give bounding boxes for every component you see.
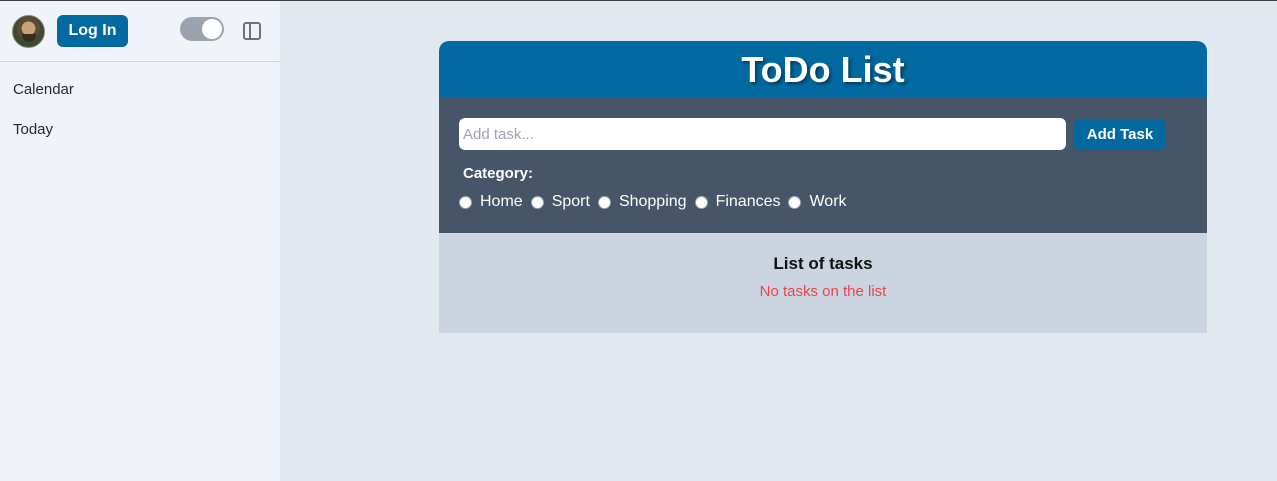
radio-label: Home xyxy=(480,193,523,210)
radio-button[interactable] xyxy=(530,195,544,209)
toggle-knob xyxy=(202,19,222,39)
theme-toggle[interactable] xyxy=(180,17,224,41)
todo-header: ToDo List xyxy=(439,41,1207,98)
radio-button[interactable] xyxy=(788,195,802,209)
category-option-shopping[interactable]: Shopping xyxy=(597,193,687,211)
radio-label: Shopping xyxy=(618,193,687,210)
radio-label: Finances xyxy=(715,193,781,210)
radio-label: Work xyxy=(809,193,847,210)
category-option-finances[interactable]: Finances xyxy=(694,193,781,211)
task-list-title: List of tasks xyxy=(773,254,873,273)
radio-label: Sport xyxy=(551,193,590,210)
category-option-home[interactable]: Home xyxy=(459,193,523,211)
sidebar-item-today[interactable]: Today xyxy=(0,120,280,160)
sidebar-panel-icon[interactable] xyxy=(243,22,261,40)
category-label: Category: xyxy=(463,165,534,182)
task-form: Add Task Category: Home Sport Shopping F… xyxy=(439,98,1207,233)
page-title: ToDo List xyxy=(741,48,905,90)
category-option-sport[interactable]: Sport xyxy=(530,193,590,211)
category-radio-group: Home Sport Shopping Finances Work xyxy=(459,193,855,211)
sidebar-header: Log In xyxy=(0,1,280,62)
login-button[interactable]: Log In xyxy=(57,15,128,47)
avatar[interactable] xyxy=(12,14,45,48)
radio-button[interactable] xyxy=(459,195,472,209)
radio-button[interactable] xyxy=(597,195,611,209)
category-option-work[interactable]: Work xyxy=(788,193,847,211)
add-task-button[interactable]: Add Task xyxy=(1074,119,1166,150)
task-list: List of tasks No tasks on the list xyxy=(439,233,1207,333)
sidebar-nav: Calendar Today xyxy=(0,62,280,160)
sidebar: Log In Calendar Today xyxy=(0,1,280,481)
sidebar-item-calendar[interactable]: Calendar xyxy=(0,80,280,120)
todo-card: ToDo List Add Task Category: Home Sport … xyxy=(439,41,1207,333)
task-input[interactable] xyxy=(459,118,1066,150)
empty-list-message: No tasks on the list xyxy=(759,283,887,300)
radio-button[interactable] xyxy=(694,195,708,209)
